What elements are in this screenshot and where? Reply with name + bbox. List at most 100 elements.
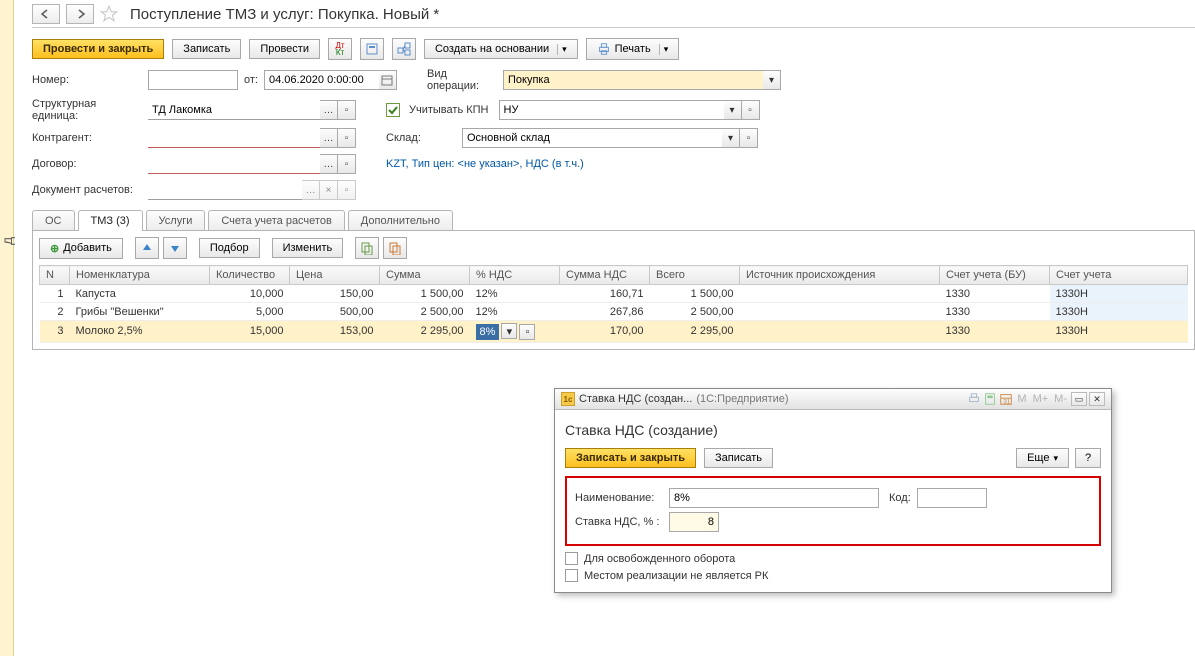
kpn-input[interactable] [499, 100, 724, 120]
dlg-code-label: Код: [889, 492, 911, 504]
save-button[interactable]: Записать [172, 39, 241, 59]
settlement-label: Документ расчетов: [32, 184, 142, 196]
dlg-more-button[interactable]: Еще ▾ [1016, 448, 1069, 468]
create-based-on-button[interactable]: Создать на основании▾ [424, 39, 578, 59]
dialog-heading: Ставка НДС (создание) [565, 422, 1101, 438]
kpn-label: Учитывать КПН [409, 104, 489, 116]
calendar-icon[interactable] [379, 70, 397, 90]
paste-rows-button[interactable] [383, 237, 407, 259]
col-price[interactable]: Цена [290, 266, 380, 285]
tab-services[interactable]: Услуги [146, 210, 206, 231]
table-row[interactable]: 1 Капуста 10,000 150,00 1 500,00 12% 160… [40, 285, 1188, 303]
m-btn: М [1015, 393, 1028, 405]
calendar-small-icon[interactable]: 31 [999, 392, 1013, 406]
warehouse-label: Склад: [386, 132, 456, 144]
dlg-name-input[interactable] [669, 488, 879, 508]
m-plus-btn: М+ [1031, 393, 1051, 405]
dlg-rate-input[interactable] [669, 512, 719, 532]
col-sum[interactable]: Сумма [380, 266, 470, 285]
tab-tmz[interactable]: ТМЗ (3) [78, 210, 143, 231]
chk-exempt[interactable] [565, 552, 578, 565]
open-icon[interactable]: ▫ [338, 100, 356, 120]
col-n[interactable]: N [40, 266, 70, 285]
col-qty[interactable]: Количество [210, 266, 290, 285]
close-button[interactable]: ✕ [1089, 392, 1105, 406]
nav-forward-button[interactable] [66, 4, 94, 24]
dlg-help-button[interactable]: ? [1075, 448, 1101, 468]
debit-credit-button[interactable]: ДтКт [328, 38, 352, 60]
chk-not-rk[interactable] [565, 569, 578, 582]
change-button[interactable]: Изменить [272, 238, 344, 258]
nav-back-button[interactable] [32, 4, 60, 24]
col-acct-bu[interactable]: Счет учета (БУ) [940, 266, 1050, 285]
post-button[interactable]: Провести [249, 39, 320, 59]
open-icon[interactable]: ▫ [338, 154, 356, 174]
tab-accounts[interactable]: Счета учета расчетов [208, 210, 344, 231]
settlement-input[interactable] [148, 180, 302, 200]
chk-exempt-label: Для освобожденного оборота [584, 553, 735, 565]
ellipsis-icon[interactable]: … [320, 128, 338, 148]
print-button[interactable]: Печать▾ [586, 38, 680, 60]
dropdown-icon[interactable]: ▾ [722, 128, 740, 148]
counterparty-input[interactable] [148, 128, 320, 148]
operation-type-input[interactable] [503, 70, 763, 90]
price-note-link[interactable]: KZT, Тип цен: <не указан>, НДС (в т.ч.) [386, 158, 584, 170]
date-input[interactable] [264, 70, 379, 90]
svg-text:31: 31 [1004, 398, 1011, 405]
calc-icon[interactable] [983, 392, 997, 406]
col-total[interactable]: Всего [650, 266, 740, 285]
col-origin[interactable]: Источник происхождения [740, 266, 940, 285]
unit-input[interactable] [148, 100, 320, 120]
add-row-button[interactable]: ⊕ Добавить [39, 238, 123, 259]
dropdown-icon[interactable]: ▾ [763, 70, 781, 90]
ellipsis-icon[interactable]: … [320, 100, 338, 120]
dropdown-icon[interactable]: ▾ [501, 323, 517, 339]
dialog-title-app: (1С:Предприятие) [696, 393, 788, 405]
open-icon[interactable]: ▫ [742, 100, 760, 120]
dlg-rate-label: Ставка НДС, % : [575, 516, 663, 528]
minimize-button[interactable]: ▭ [1071, 392, 1087, 406]
copy-rows-button[interactable] [355, 237, 379, 259]
tab-additional[interactable]: Дополнительно [348, 210, 453, 231]
dialog-title-text: Ставка НДС (создан... [579, 393, 692, 405]
dlg-name-label: Наименование: [575, 492, 663, 504]
tab-os[interactable]: ОС [32, 210, 75, 231]
contract-input[interactable] [148, 154, 320, 174]
number-label: Номер: [32, 74, 142, 86]
table-row[interactable]: 3 Молоко 2,5% 15,000 153,00 2 295,00 8%▾… [40, 321, 1188, 343]
open-icon[interactable]: ▫ [740, 128, 758, 148]
vat-rate-dialog: 1c Ставка НДС (создан... (1С:Предприятие… [554, 388, 1112, 593]
open-icon[interactable]: ▫ [519, 324, 535, 340]
post-and-close-button[interactable]: Провести и закрыть [32, 39, 164, 59]
page-title: Поступление ТМЗ и услуг: Покупка. Новый … [130, 6, 439, 23]
dlg-save-button[interactable]: Записать [704, 448, 773, 468]
items-table[interactable]: N Номенклатура Количество Цена Сумма % Н… [39, 265, 1188, 343]
report-button[interactable] [360, 38, 384, 60]
favorite-icon[interactable] [100, 5, 118, 23]
dlg-save-close-button[interactable]: Записать и закрыть [565, 448, 696, 468]
unit-label: Структурная единица: [32, 98, 142, 122]
move-down-button[interactable] [163, 237, 187, 259]
col-vat-pct[interactable]: % НДС [470, 266, 560, 285]
contract-label: Договор: [32, 158, 142, 170]
ellipsis-icon[interactable]: … [320, 154, 338, 174]
move-up-button[interactable] [135, 237, 159, 259]
structure-button[interactable] [392, 38, 416, 60]
kpn-checkbox[interactable] [386, 103, 400, 117]
print-small-icon[interactable] [967, 392, 981, 406]
col-acct-nu[interactable]: Счет учета [1050, 266, 1188, 285]
number-input[interactable] [148, 70, 238, 90]
col-nomen[interactable]: Номенклатура [70, 266, 210, 285]
counterparty-label: Контрагент: [32, 132, 142, 144]
chk-not-rk-label: Местом реализации не является РК [584, 570, 768, 582]
ellipsis-icon: … [302, 180, 320, 200]
table-row[interactable]: 2 Грибы "Вешенки" 5,000 500,00 2 500,00 … [40, 303, 1188, 321]
clear-icon: × [320, 180, 338, 200]
pick-button[interactable]: Подбор [199, 238, 260, 258]
col-vat-sum[interactable]: Сумма НДС [560, 266, 650, 285]
warehouse-input[interactable] [462, 128, 722, 148]
dlg-code-input[interactable] [917, 488, 987, 508]
open-icon[interactable]: ▫ [338, 128, 356, 148]
from-label: от: [244, 74, 258, 86]
dropdown-icon[interactable]: ▾ [724, 100, 742, 120]
